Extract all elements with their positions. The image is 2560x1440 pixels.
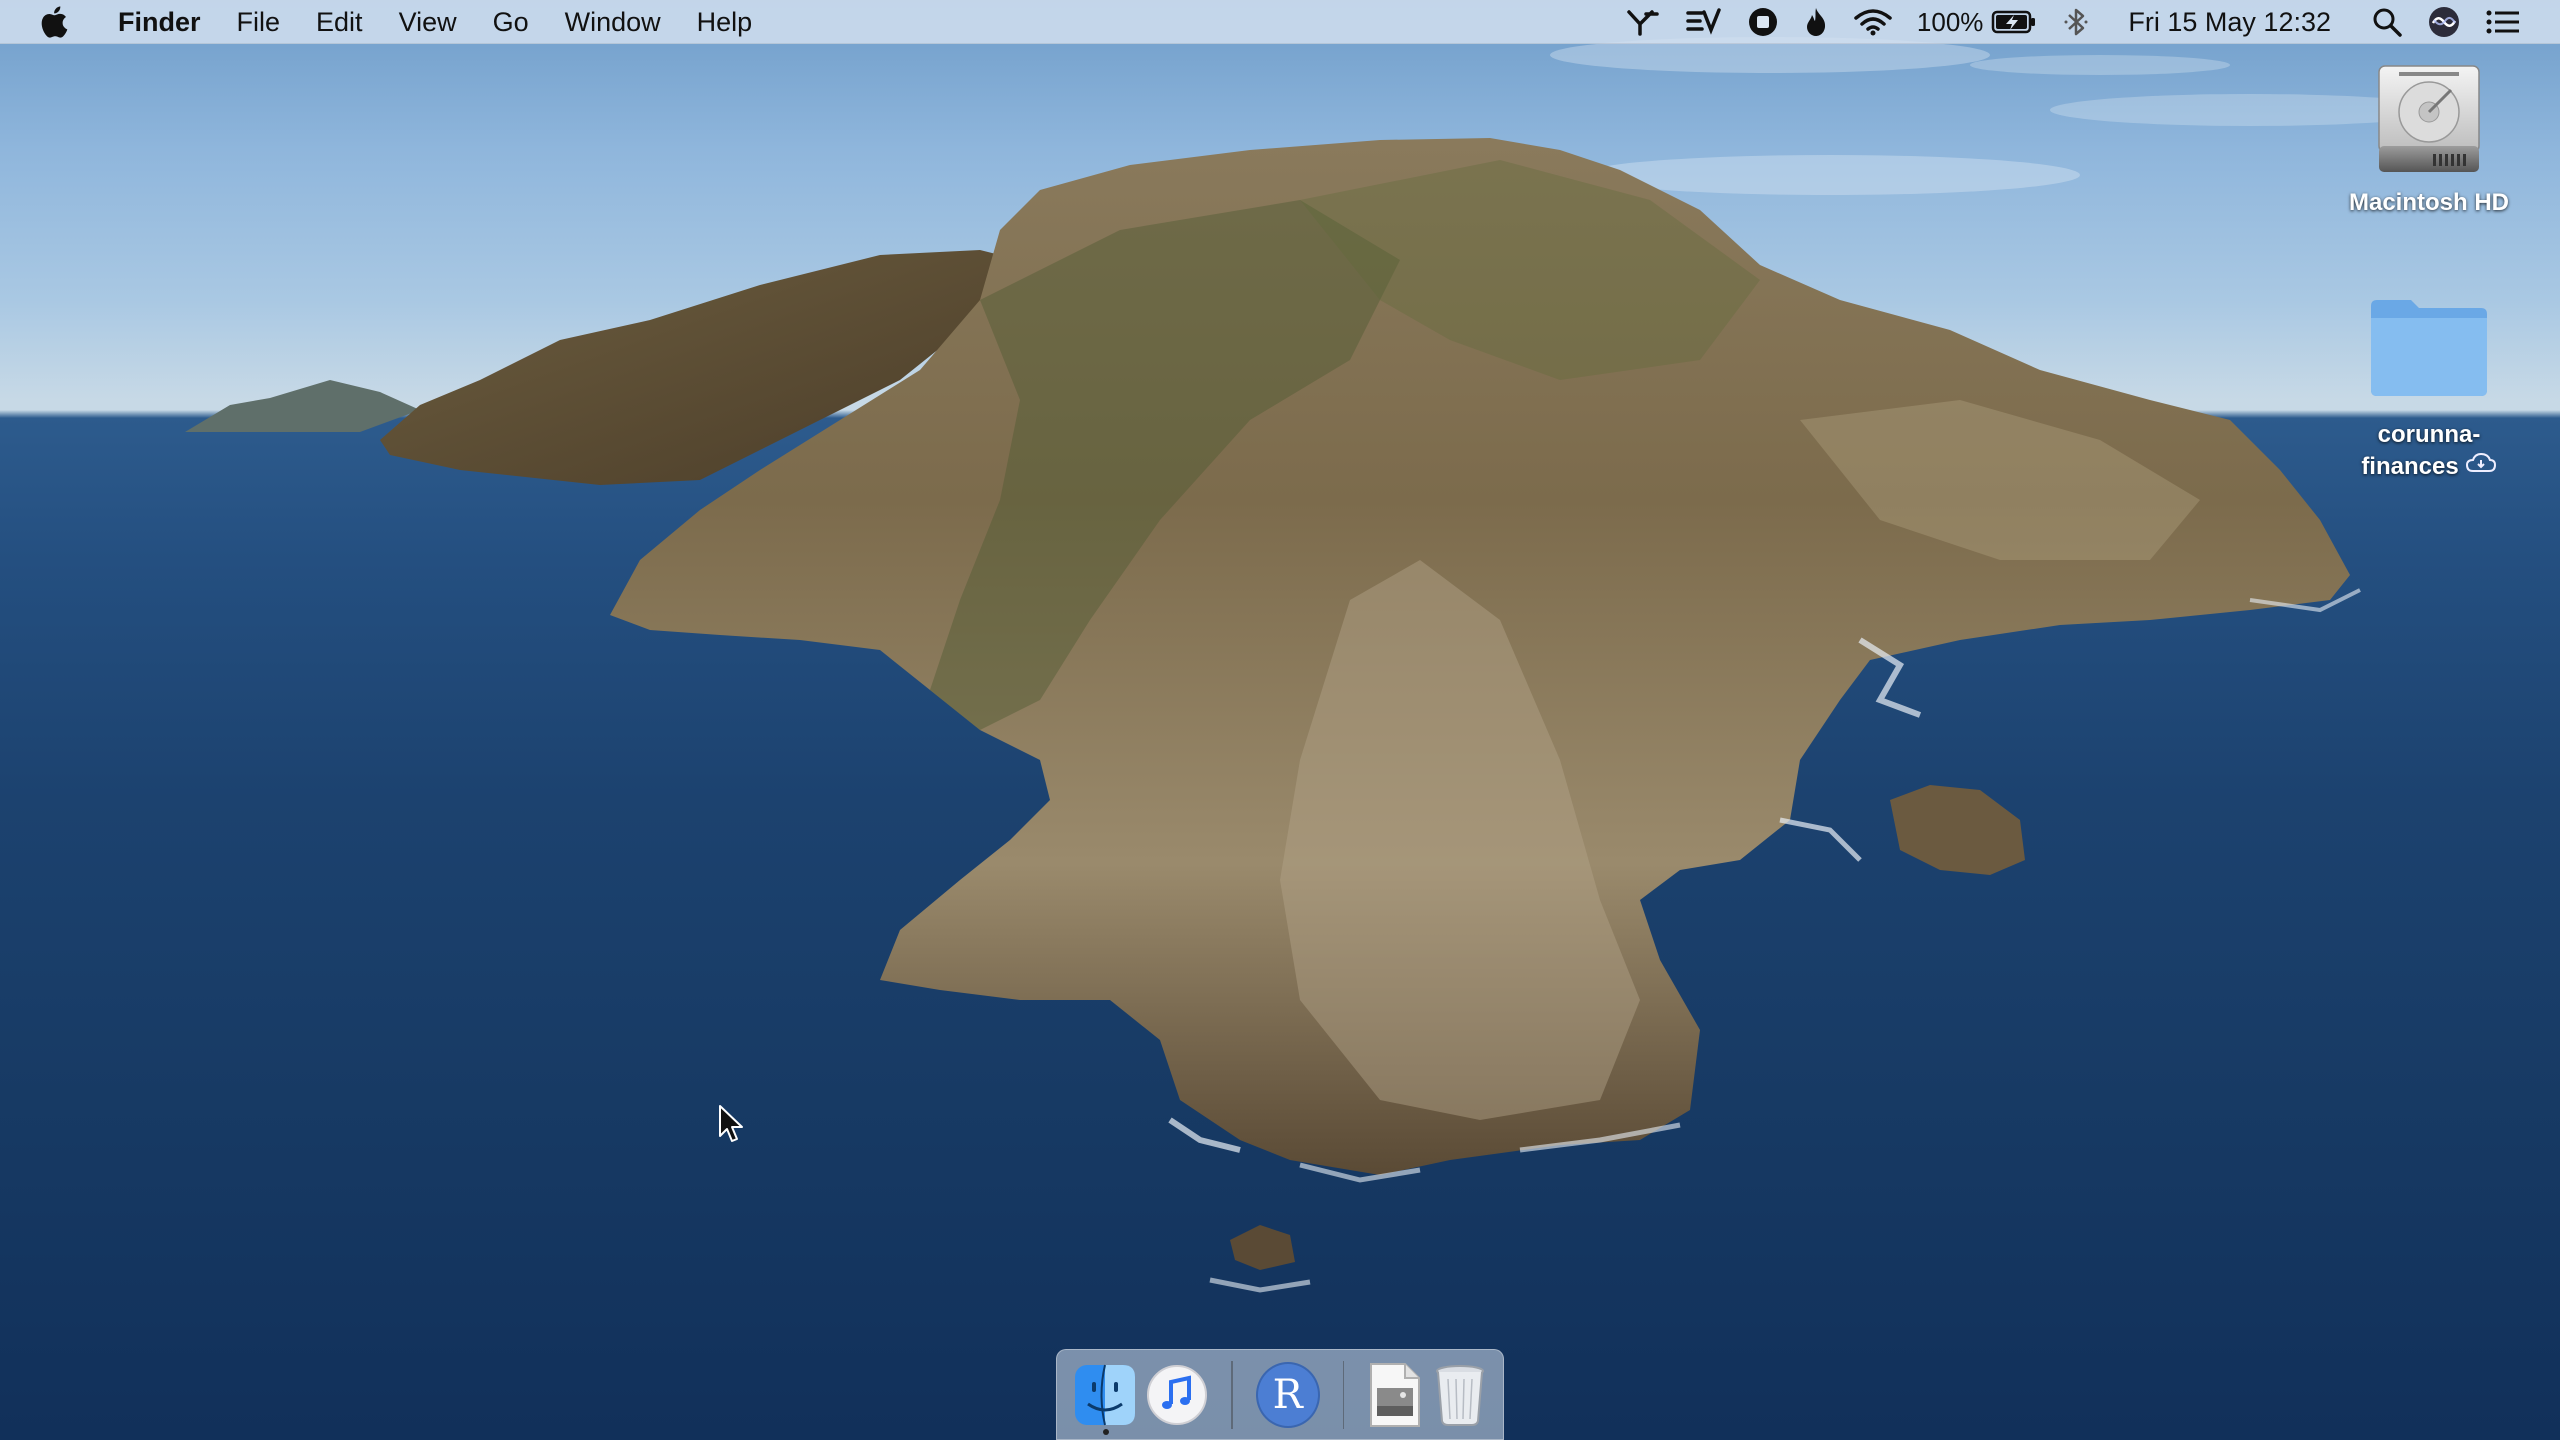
menu-help[interactable]: Help <box>679 0 771 44</box>
menu-view[interactable]: View <box>381 0 475 44</box>
apple-menu-icon[interactable] <box>40 5 70 39</box>
dock-music[interactable] <box>1146 1359 1208 1431</box>
ev-app-icon[interactable] <box>1673 0 1735 44</box>
hard-drive-icon <box>2371 62 2487 187</box>
dock-r-app[interactable]: R <box>1255 1359 1320 1431</box>
notification-center-icon[interactable] <box>2473 0 2560 44</box>
icloud-icon <box>2465 451 2497 483</box>
dock-trash[interactable] <box>1433 1359 1486 1431</box>
siri-icon[interactable] <box>2415 0 2473 44</box>
menu-app-finder[interactable]: Finder <box>100 0 219 44</box>
dock-preview-document[interactable] <box>1367 1359 1423 1431</box>
desktop-icon-corunna-finances[interactable]: corunna- finances <box>2324 296 2534 483</box>
mouse-cursor-icon <box>718 1104 744 1149</box>
stop-record-icon[interactable] <box>1735 0 1791 44</box>
y-app-icon[interactable] <box>1613 0 1673 44</box>
music-icon <box>1147 1364 1207 1425</box>
desktop-icon-macintosh-hd[interactable]: Macintosh HD <box>2324 62 2534 219</box>
folder-icon <box>2367 296 2491 405</box>
r-app-letter: R <box>1272 1371 1303 1418</box>
spotlight-search-icon[interactable] <box>2359 0 2415 44</box>
dock-finder[interactable] <box>1074 1359 1136 1435</box>
desktop-icon-label-line2: finances <box>2361 451 2496 483</box>
menu-window[interactable]: Window <box>547 0 679 44</box>
menu-go[interactable]: Go <box>475 0 547 44</box>
r-app-icon: R <box>1255 1361 1320 1428</box>
wifi-icon[interactable] <box>1841 0 1905 44</box>
battery-percent[interactable]: 100% <box>1905 7 1988 38</box>
flame-icon[interactable] <box>1791 0 1841 44</box>
desktop-wallpaper <box>0 0 2560 1440</box>
menu-bar: Finder File Edit View Go Window Help 100… <box>0 0 2560 44</box>
dock: R <box>1056 1349 1504 1440</box>
running-indicator <box>1103 1428 1109 1435</box>
dock-separator <box>1342 1360 1345 1429</box>
dock-separator <box>1231 1360 1233 1429</box>
finder-icon <box>1075 1364 1135 1425</box>
menu-file[interactable]: File <box>219 0 299 44</box>
desktop-icon-label-line2-text: finances <box>2361 453 2459 480</box>
menu-edit[interactable]: Edit <box>298 0 381 44</box>
bluetooth-icon[interactable] <box>2050 0 2102 44</box>
desktop-icon-label-line1: corunna- <box>2377 421 2481 448</box>
menu-bar-clock[interactable]: Fri 15 May 12:32 <box>2102 7 2359 38</box>
trash-icon <box>1435 1364 1484 1426</box>
desktop-icon-label: Macintosh HD <box>2348 189 2509 216</box>
desktop-icon-label: corunna- finances <box>2361 419 2496 483</box>
battery-charging-icon[interactable] <box>1987 0 2050 44</box>
preview-document-icon <box>1370 1362 1421 1427</box>
